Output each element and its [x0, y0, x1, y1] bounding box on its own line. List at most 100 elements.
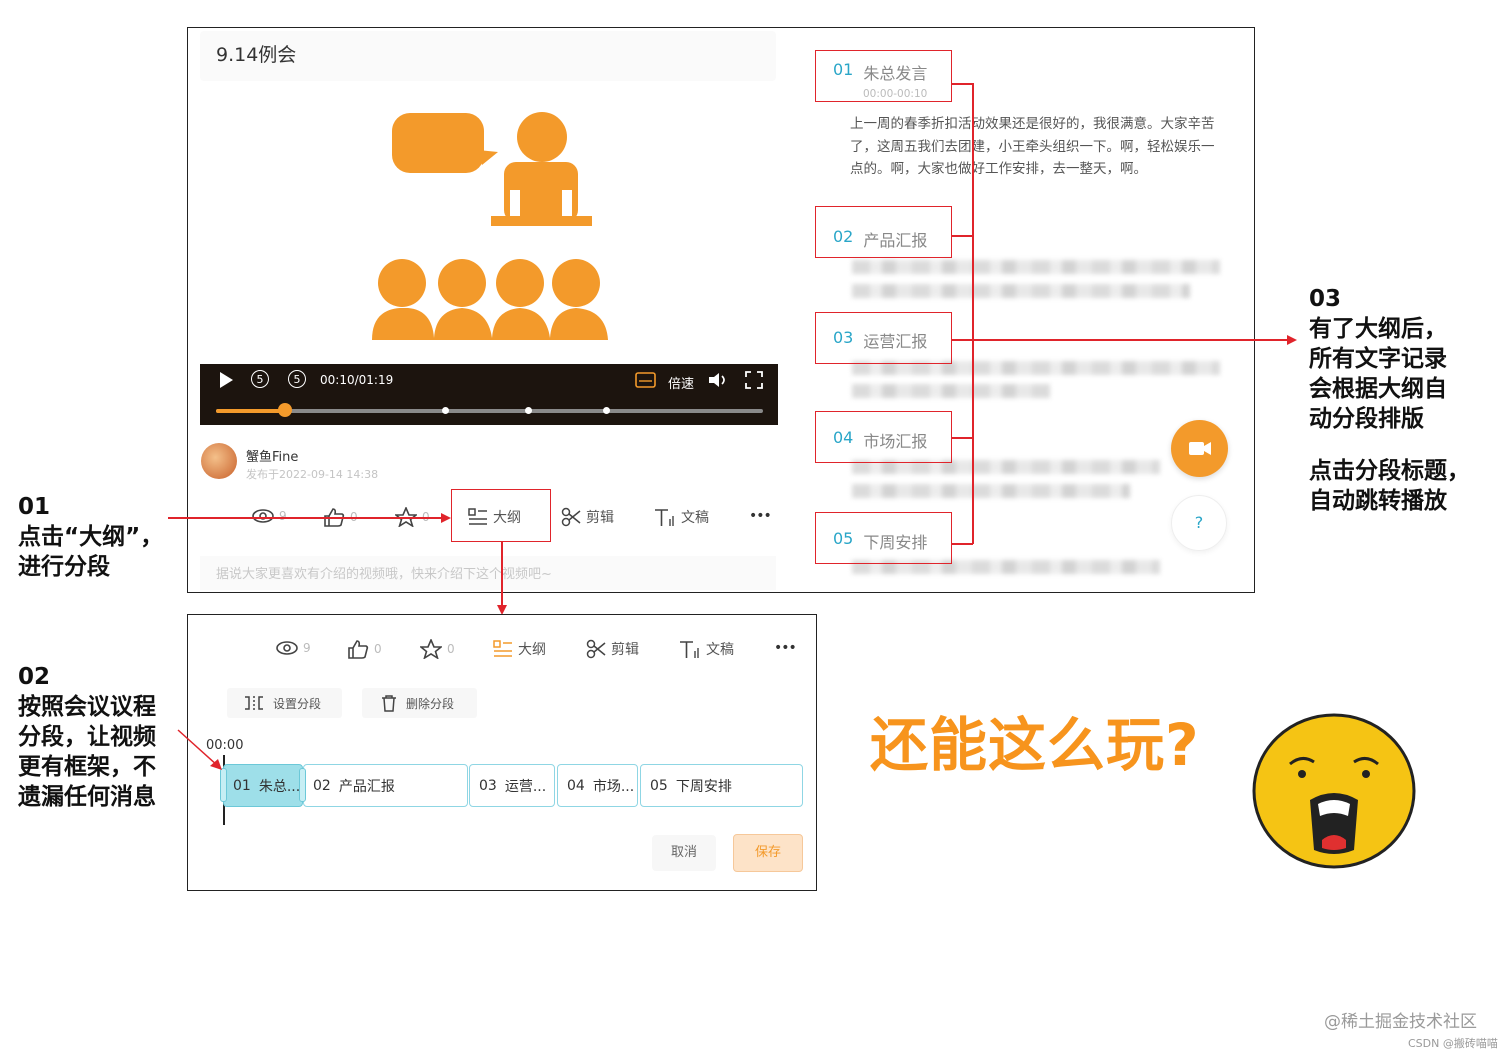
- note-line: 动分段排版: [1309, 406, 1424, 432]
- like-button[interactable]: 0: [347, 639, 382, 659]
- page-title: 9.14例会: [216, 44, 297, 66]
- bracket-tick: [952, 83, 973, 85]
- transcript-text: 上一周的春季折扣活动效果还是很好的，我很满意。大家辛苦了，这周五我们去团建，小王…: [850, 116, 1215, 177]
- delete-segment-label: 删除分段: [406, 696, 455, 711]
- views-count: 9: [279, 509, 287, 523]
- highlight-section-01: [815, 50, 952, 102]
- scissors-icon: [586, 639, 606, 659]
- manuscript-label: 文稿: [681, 510, 709, 526]
- exclaim-text: 还能这么玩?: [870, 711, 1200, 779]
- arrowhead: [1287, 335, 1297, 345]
- highlight-section-05: [815, 512, 952, 564]
- blurred-transcript: [852, 484, 1130, 498]
- highlight-outline-button: [451, 489, 551, 542]
- set-segment-button[interactable]: 设置分段: [227, 688, 342, 718]
- set-segment-label: 设置分段: [273, 696, 322, 711]
- note-line: 有了大纲后，: [1309, 316, 1447, 342]
- trash-icon: [382, 695, 396, 712]
- volume-icon[interactable]: [707, 371, 729, 389]
- record-button[interactable]: [1171, 420, 1228, 477]
- timeline-segment-02[interactable]: 02 产品汇报: [303, 764, 468, 807]
- scissors-icon: [561, 507, 581, 527]
- segment-number: 01: [233, 777, 251, 794]
- speed-button[interactable]: 倍速: [668, 373, 694, 392]
- blurred-transcript: [852, 384, 1050, 398]
- subtitle-icon[interactable]: [635, 372, 656, 388]
- rewind-5-icon[interactable]: 5: [251, 370, 269, 388]
- help-button[interactable]: ?: [1171, 495, 1227, 551]
- more-button[interactable]: •••: [749, 508, 772, 524]
- note-03: 03 有了大纲后， 所有文字记录 会根据大纲自 动分段排版 点击分段标题， 自动…: [1309, 284, 1470, 516]
- fullscreen-icon[interactable]: [745, 371, 763, 389]
- segment-number: 03: [479, 777, 497, 794]
- manuscript-button[interactable]: 文稿: [654, 507, 709, 527]
- segment-handle-right[interactable]: [299, 768, 306, 802]
- note-01: 01 点击“大纲”， 进行分段: [18, 492, 163, 582]
- note-number: 03: [1309, 286, 1342, 312]
- video-camera-icon: [1189, 442, 1211, 455]
- text-icon: [655, 509, 674, 526]
- note-line: 分段，让视频: [18, 724, 156, 750]
- note-line: [1309, 434, 1470, 456]
- delete-segment-button[interactable]: 删除分段: [362, 688, 477, 718]
- forward-5-icon[interactable]: 5: [288, 370, 306, 388]
- star-icon: [420, 639, 442, 659]
- text-icon: [680, 641, 699, 658]
- split-icon: [245, 696, 263, 710]
- bracket-tick: [952, 235, 973, 237]
- manuscript-button[interactable]: 文稿: [679, 639, 734, 659]
- highlight-section-04: [815, 411, 952, 463]
- edit-button[interactable]: 剪辑: [561, 507, 614, 527]
- segment-number: 02: [313, 777, 331, 794]
- highlight-section-02: [815, 206, 952, 258]
- bracket-line: [972, 83, 974, 544]
- stars-count: 0: [447, 642, 455, 656]
- note-line: 按照会议议程: [18, 694, 156, 720]
- shocked-face-icon: [1252, 713, 1416, 869]
- chapter-mark: [525, 407, 532, 414]
- outline-icon: [493, 640, 512, 657]
- thumbs-up-icon: [348, 640, 369, 659]
- note-line: 点击“大纲”，: [18, 524, 164, 550]
- time-display: 00:10/01:19: [320, 373, 394, 387]
- segment-number: 04: [567, 777, 585, 794]
- edit-button[interactable]: 剪辑: [586, 639, 639, 659]
- play-icon[interactable]: [218, 371, 234, 389]
- note-line: 更有框架，不: [18, 754, 156, 780]
- timeline-segment-03[interactable]: 03 运营...: [469, 764, 555, 807]
- avatar: [201, 443, 237, 479]
- eye-icon: [252, 509, 274, 523]
- timeline-segment-04[interactable]: 04 市场...: [557, 764, 638, 807]
- note-line: 进行分段: [18, 554, 110, 580]
- note-line: 自动跳转播放: [1309, 488, 1447, 514]
- outline-button-active[interactable]: 大纲: [493, 639, 546, 659]
- arrow-to-outline: [168, 517, 442, 519]
- more-button[interactable]: •••: [774, 640, 797, 656]
- chapter-mark: [442, 407, 449, 414]
- arrow-to-note-03: [952, 339, 1288, 341]
- manuscript-label: 文稿: [706, 642, 734, 658]
- segment-label: 市场...: [592, 778, 635, 795]
- note-number: 01: [18, 494, 51, 520]
- edit-label: 剪辑: [611, 642, 639, 658]
- star-button[interactable]: 0: [420, 639, 455, 659]
- timeline-segment-05[interactable]: 05 下周安排: [640, 764, 803, 807]
- bracket-tick: [952, 437, 973, 439]
- eye-icon: [276, 641, 298, 655]
- cancel-button[interactable]: 取消: [652, 835, 716, 871]
- timeline-segment-01[interactable]: 01 朱总...: [223, 764, 303, 807]
- segment-label: 产品汇报: [338, 778, 395, 795]
- blurred-transcript: [852, 260, 1220, 274]
- progress-fill: [216, 409, 286, 413]
- note-line: 会根据大纲自: [1309, 376, 1447, 402]
- note-02: 02 按照会议议程 分段，让视频 更有框架，不 遗漏任何消息: [18, 662, 156, 812]
- chapter-mark: [603, 407, 610, 414]
- edit-label: 剪辑: [586, 510, 614, 526]
- arrow-to-timeline: [177, 729, 222, 770]
- segment-label: 朱总...: [258, 778, 301, 795]
- segment-label: 运营...: [504, 778, 547, 795]
- author-name[interactable]: 蟹鱼Fine: [246, 446, 298, 465]
- progress-track[interactable]: [216, 409, 763, 413]
- save-button[interactable]: 保存: [733, 834, 803, 872]
- views-stat: 9: [252, 508, 287, 524]
